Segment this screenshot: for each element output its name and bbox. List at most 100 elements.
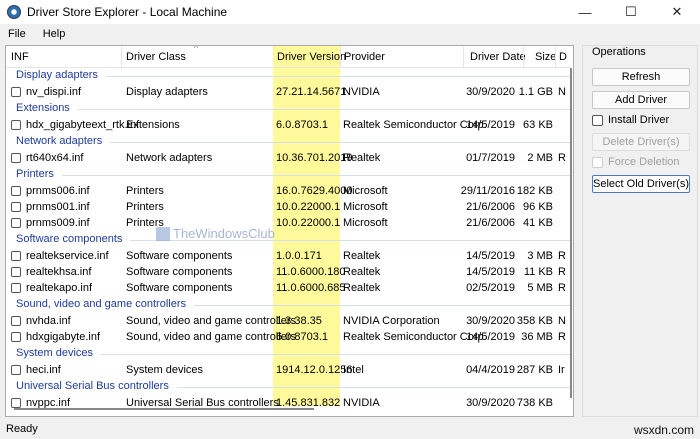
menu-file[interactable]: File bbox=[8, 28, 26, 40]
close-button[interactable]: ✕ bbox=[654, 0, 700, 24]
provider-cell: Realtek bbox=[343, 250, 381, 262]
group-name: Extensions bbox=[16, 102, 70, 114]
group-header[interactable]: System devices bbox=[6, 345, 570, 362]
row-checkbox[interactable] bbox=[11, 87, 21, 97]
inf-cell: realtekservice.inf bbox=[26, 250, 109, 262]
size-cell: 36 MB bbox=[521, 331, 553, 343]
class-cell: Software components bbox=[126, 266, 233, 278]
table-row[interactable]: nv_dispi.inf Display adapters 27.21.14.567… bbox=[6, 84, 570, 100]
date-cell: 14/5/2019 bbox=[466, 119, 515, 131]
minimize-button[interactable]: — bbox=[562, 0, 608, 24]
group-header[interactable]: Universal Serial Bus controllers bbox=[6, 378, 570, 395]
size-cell: 1.1 GB bbox=[518, 86, 553, 98]
version-cell: 6.0.8703.1 bbox=[276, 331, 328, 343]
class-cell: Extensions bbox=[126, 119, 180, 131]
version-cell: 11.0.6000.685 bbox=[276, 282, 346, 294]
table-row[interactable]: prnms001.inf Printers 10.0.22000.1 Microsof… bbox=[6, 199, 570, 215]
group-header[interactable]: Software components bbox=[6, 231, 570, 248]
column-driver-version[interactable]: Driver Version bbox=[277, 51, 346, 63]
provider-cell: Intel bbox=[343, 364, 364, 376]
row-checkbox[interactable] bbox=[11, 365, 21, 375]
row-checkbox[interactable] bbox=[11, 332, 21, 342]
table-row[interactable]: hdxgigabyte.inf Sound, video and game con… bbox=[6, 329, 570, 345]
horizontal-scrollbar[interactable] bbox=[14, 408, 314, 410]
add-driver-button[interactable]: Add Driver bbox=[592, 91, 690, 109]
table-row[interactable]: realtekservice.inf Software components 1.0… bbox=[6, 248, 570, 264]
size-cell: 96 KB bbox=[523, 201, 553, 213]
column-driver-class[interactable]: Driver Class bbox=[126, 51, 186, 63]
d-cell: Ir bbox=[558, 364, 565, 376]
group-name: Software components bbox=[16, 233, 123, 245]
column-inf[interactable]: INF bbox=[11, 51, 29, 63]
version-cell: 6.0.8703.1 bbox=[276, 119, 328, 131]
row-checkbox[interactable] bbox=[11, 283, 21, 293]
table-row[interactable]: hdx_gigabyteext_rtk.inf Extensions 6.0.870… bbox=[6, 117, 570, 133]
row-checkbox[interactable] bbox=[11, 120, 21, 130]
table-row[interactable]: heci.inf System devices 1914.12.0.1256 Inte… bbox=[6, 362, 570, 378]
force-deletion-checkbox[interactable]: Force Deletion bbox=[592, 156, 680, 168]
driver-list[interactable]: INF Driver Class ^ Driver Version Provid… bbox=[5, 45, 574, 417]
table-row[interactable]: prnms006.inf Printers 16.0.7629.4000 Micros… bbox=[6, 183, 570, 199]
column-provider[interactable]: Provider bbox=[344, 51, 385, 63]
group-name: Network adapters bbox=[16, 135, 103, 147]
provider-cell: NVIDIA bbox=[343, 86, 380, 98]
select-old-drivers-button[interactable]: Select Old Driver(s) bbox=[592, 175, 690, 193]
delete-drivers-button[interactable]: Delete Driver(s) bbox=[592, 133, 690, 151]
class-cell: Display adapters bbox=[126, 86, 208, 98]
size-cell: 182 KB bbox=[516, 185, 553, 197]
group-name: Universal Serial Bus controllers bbox=[16, 380, 169, 392]
group-header[interactable]: Network adapters bbox=[6, 133, 570, 150]
version-cell: 10.0.22000.1 bbox=[276, 201, 341, 213]
version-cell: 1914.12.0.1256 bbox=[276, 364, 353, 376]
group-header[interactable]: Display adapters bbox=[6, 67, 570, 84]
provider-cell: Microsoft bbox=[343, 217, 388, 229]
size-cell: 63 KB bbox=[523, 119, 553, 131]
row-checkbox[interactable] bbox=[11, 153, 21, 163]
row-checkbox[interactable] bbox=[11, 316, 21, 326]
install-driver-checkbox[interactable]: Install Driver bbox=[592, 114, 669, 126]
size-cell: 3 MB bbox=[527, 250, 553, 262]
size-cell: 358 KB bbox=[516, 315, 553, 327]
class-cell: Software components bbox=[126, 250, 233, 262]
row-checkbox[interactable] bbox=[11, 186, 21, 196]
group-header[interactable]: Extensions bbox=[6, 100, 570, 117]
status-bar: Ready bbox=[0, 419, 700, 439]
maximize-button[interactable]: ☐ bbox=[608, 0, 654, 24]
group-header[interactable]: Sound, video and game controllers bbox=[6, 296, 570, 313]
d-cell: R bbox=[558, 152, 566, 164]
group-header[interactable]: Printers bbox=[6, 166, 570, 183]
row-checkbox[interactable] bbox=[11, 251, 21, 261]
version-cell: 10.0.22000.1 bbox=[276, 217, 341, 229]
corner-watermark: wsxdn.com bbox=[633, 423, 694, 437]
row-checkbox[interactable] bbox=[11, 398, 21, 408]
operations-label: Operations bbox=[590, 46, 648, 58]
provider-cell: Realtek bbox=[343, 266, 381, 278]
row-checkbox[interactable] bbox=[11, 202, 21, 212]
date-cell: 14/5/2019 bbox=[466, 331, 515, 343]
group-name: Display adapters bbox=[16, 69, 98, 81]
table-row[interactable]: prnms009.inf Printers 10.0.22000.1 Microsof… bbox=[6, 215, 570, 231]
table-row[interactable]: rt640x64.inf Network adapters 10.36.701.20… bbox=[6, 150, 570, 166]
table-row[interactable]: realtekhsa.inf Software components 11.0.60… bbox=[6, 264, 570, 280]
column-d[interactable]: D bbox=[559, 51, 567, 63]
provider-cell: Realtek bbox=[343, 152, 381, 164]
table-row[interactable]: nvhda.inf Sound, video and game controlle… bbox=[6, 313, 570, 329]
provider-cell: Realtek bbox=[343, 282, 381, 294]
row-checkbox[interactable] bbox=[11, 218, 21, 228]
date-cell: 30/9/2020 bbox=[466, 86, 515, 98]
column-size[interactable]: Size bbox=[535, 51, 556, 63]
list-header: INF Driver Class ^ Driver Version Provid… bbox=[6, 46, 570, 68]
date-cell: 02/5/2019 bbox=[466, 282, 515, 294]
menu-help[interactable]: Help bbox=[43, 28, 66, 40]
vertical-scrollbar[interactable] bbox=[568, 68, 573, 410]
date-cell: 04/4/2019 bbox=[466, 364, 515, 376]
row-checkbox[interactable] bbox=[11, 267, 21, 277]
table-row[interactable]: realtekapo.inf Software components 11.0.60… bbox=[6, 280, 570, 296]
column-driver-date[interactable]: Driver Date bbox=[470, 51, 526, 63]
inf-cell: nvhda.inf bbox=[26, 315, 71, 327]
refresh-button[interactable]: Refresh bbox=[592, 68, 690, 86]
d-cell: N bbox=[558, 86, 566, 98]
class-cell: Sound, video and game controllers bbox=[126, 331, 296, 343]
list-body: Display adapters nv_dispi.inf Display adap… bbox=[6, 67, 570, 411]
class-cell: Printers bbox=[126, 201, 164, 213]
